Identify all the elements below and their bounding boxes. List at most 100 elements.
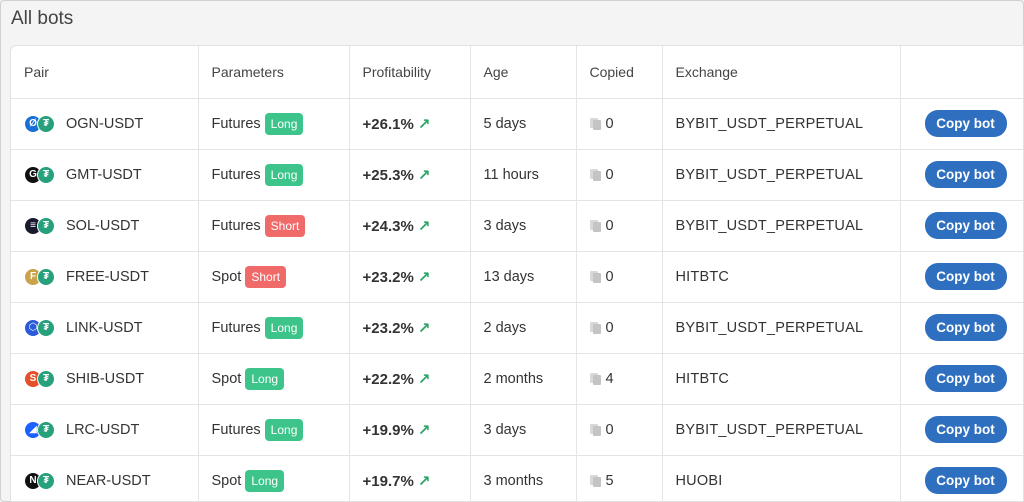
header-parameters: Parameters [198,46,350,99]
arrow-up-right-icon: ↗ [417,319,431,337]
parameters-cell: Spot Long [198,353,350,405]
exchange-name: HITBTC [675,371,730,387]
usdt-icon: ₮ [37,165,55,184]
copy-bot-button[interactable]: Copy bot [924,212,1007,239]
age-value: 3 days [483,218,527,234]
market-type: Futures [211,166,261,183]
pair-label[interactable]: LRC-USDT [66,422,139,438]
header-actions [900,46,1023,99]
copied-cell: 0 [576,251,663,303]
profitability-cell: +19.7% ↗ [349,455,471,501]
pair-label[interactable]: NEAR-USDT [66,473,151,489]
table-row: ⬡ ₮ LINK-USDT Futures Long +23.2% ↗ 2 day… [11,302,1023,354]
pair-cell: Ø ₮ OGN-USDT [11,98,199,150]
profit-value: +23.2% [362,268,414,286]
header-pair: Pair [11,46,199,99]
profit-value: +23.2% [362,319,414,337]
exchange-name: BYBIT_USDT_PERPETUAL [675,422,864,438]
profit-value: +25.3% [362,166,414,184]
pair-icons: ≡ ₮ [24,216,58,236]
copied-cell: 0 [576,404,663,456]
profitability-cell: +23.2% ↗ [349,251,471,303]
pair-icons: ◢ ₮ [24,420,58,440]
profit-value: +26.1% [362,115,414,133]
pair-cell: G ₮ GMT-USDT [11,149,199,201]
age-value: 3 days [483,422,527,438]
action-cell: Copy bot [900,251,1023,303]
header-copied: Copied [576,46,663,99]
market-type: Spot [211,268,242,285]
age-cell: 3 months [470,455,577,501]
direction-badge: Long [264,418,304,441]
age-cell: 13 days [470,251,577,303]
copy-icon [589,372,601,385]
age-cell: 11 hours [470,149,577,201]
action-cell: Copy bot [900,149,1023,201]
profitability-cell: +25.3% ↗ [349,149,471,201]
header-exchange: Exchange [662,46,901,99]
copied-cell: 0 [576,149,663,201]
copied-cell: 0 [576,98,663,150]
pair-label[interactable]: LINK-USDT [66,320,143,336]
usdt-icon: ₮ [37,471,55,490]
pair-icons: N ₮ [24,471,58,491]
pair-label[interactable]: GMT-USDT [66,167,142,183]
usdt-icon: ₮ [37,216,55,235]
pair-icons: F ₮ [24,267,58,287]
pair-icons: S ₮ [24,369,58,389]
copy-icon [589,270,601,283]
copied-count: 5 [605,472,614,489]
copy-bot-button[interactable]: Copy bot [924,161,1007,188]
arrow-up-right-icon: ↗ [417,421,431,439]
table-header-row: Pair Parameters Profitability Age Copied… [11,46,1023,99]
profitability-cell: +24.3% ↗ [349,200,471,252]
market-type: Futures [211,115,261,132]
action-cell: Copy bot [900,302,1023,354]
age-cell: 2 days [470,302,577,354]
pair-icons: ⬡ ₮ [24,318,58,338]
age-value: 2 months [483,371,544,387]
action-cell: Copy bot [900,404,1023,456]
copy-bot-button[interactable]: Copy bot [924,467,1007,494]
age-value: 5 days [483,116,527,132]
copied-count: 0 [605,217,614,234]
market-type: Spot [211,370,242,387]
copy-bot-button[interactable]: Copy bot [924,110,1007,137]
copy-bot-button[interactable]: Copy bot [924,263,1007,290]
parameters-cell: Futures Long [198,98,350,150]
exchange-name: HUOBI [675,473,723,489]
pair-label[interactable]: FREE-USDT [66,269,149,285]
copy-bot-button[interactable]: Copy bot [924,365,1007,392]
parameters-cell: Futures Long [198,302,350,354]
table-row: N ₮ NEAR-USDT Spot Long +19.7% ↗ 3 months… [11,455,1023,501]
parameters-cell: Futures Short [198,200,350,252]
pair-label[interactable]: OGN-USDT [66,116,143,132]
profit-value: +22.2% [362,370,414,388]
pair-cell: ≡ ₮ SOL-USDT [11,200,199,252]
pair-label[interactable]: SHIB-USDT [66,371,144,387]
profitability-cell: +22.2% ↗ [349,353,471,405]
parameters-cell: Spot Long [198,455,350,501]
table-row: ◢ ₮ LRC-USDT Futures Long +19.9% ↗ 3 days… [11,404,1023,456]
age-value: 3 months [483,473,544,489]
exchange-cell: BYBIT_USDT_PERPETUAL [662,98,901,150]
action-cell: Copy bot [900,455,1023,501]
copied-cell: 0 [576,200,663,252]
profitability-cell: +23.2% ↗ [349,302,471,354]
exchange-cell: BYBIT_USDT_PERPETUAL [662,302,901,354]
direction-badge: Short [245,265,287,288]
copy-bot-button[interactable]: Copy bot [924,416,1007,443]
age-cell: 3 days [470,404,577,456]
arrow-up-right-icon: ↗ [417,472,431,490]
exchange-name: BYBIT_USDT_PERPETUAL [675,218,864,234]
pair-cell: N ₮ NEAR-USDT [11,455,199,501]
arrow-up-right-icon: ↗ [417,115,431,133]
pair-label[interactable]: SOL-USDT [66,218,139,234]
table-row: S ₮ SHIB-USDT Spot Long +22.2% ↗ 2 months… [11,353,1023,405]
table-row: F ₮ FREE-USDT Spot Short +23.2% ↗ 13 days… [11,251,1023,303]
exchange-cell: BYBIT_USDT_PERPETUAL [662,149,901,201]
pair-icons: G ₮ [24,165,58,185]
exchange-cell: BYBIT_USDT_PERPETUAL [662,404,901,456]
copy-bot-button[interactable]: Copy bot [924,314,1007,341]
action-cell: Copy bot [900,98,1023,150]
